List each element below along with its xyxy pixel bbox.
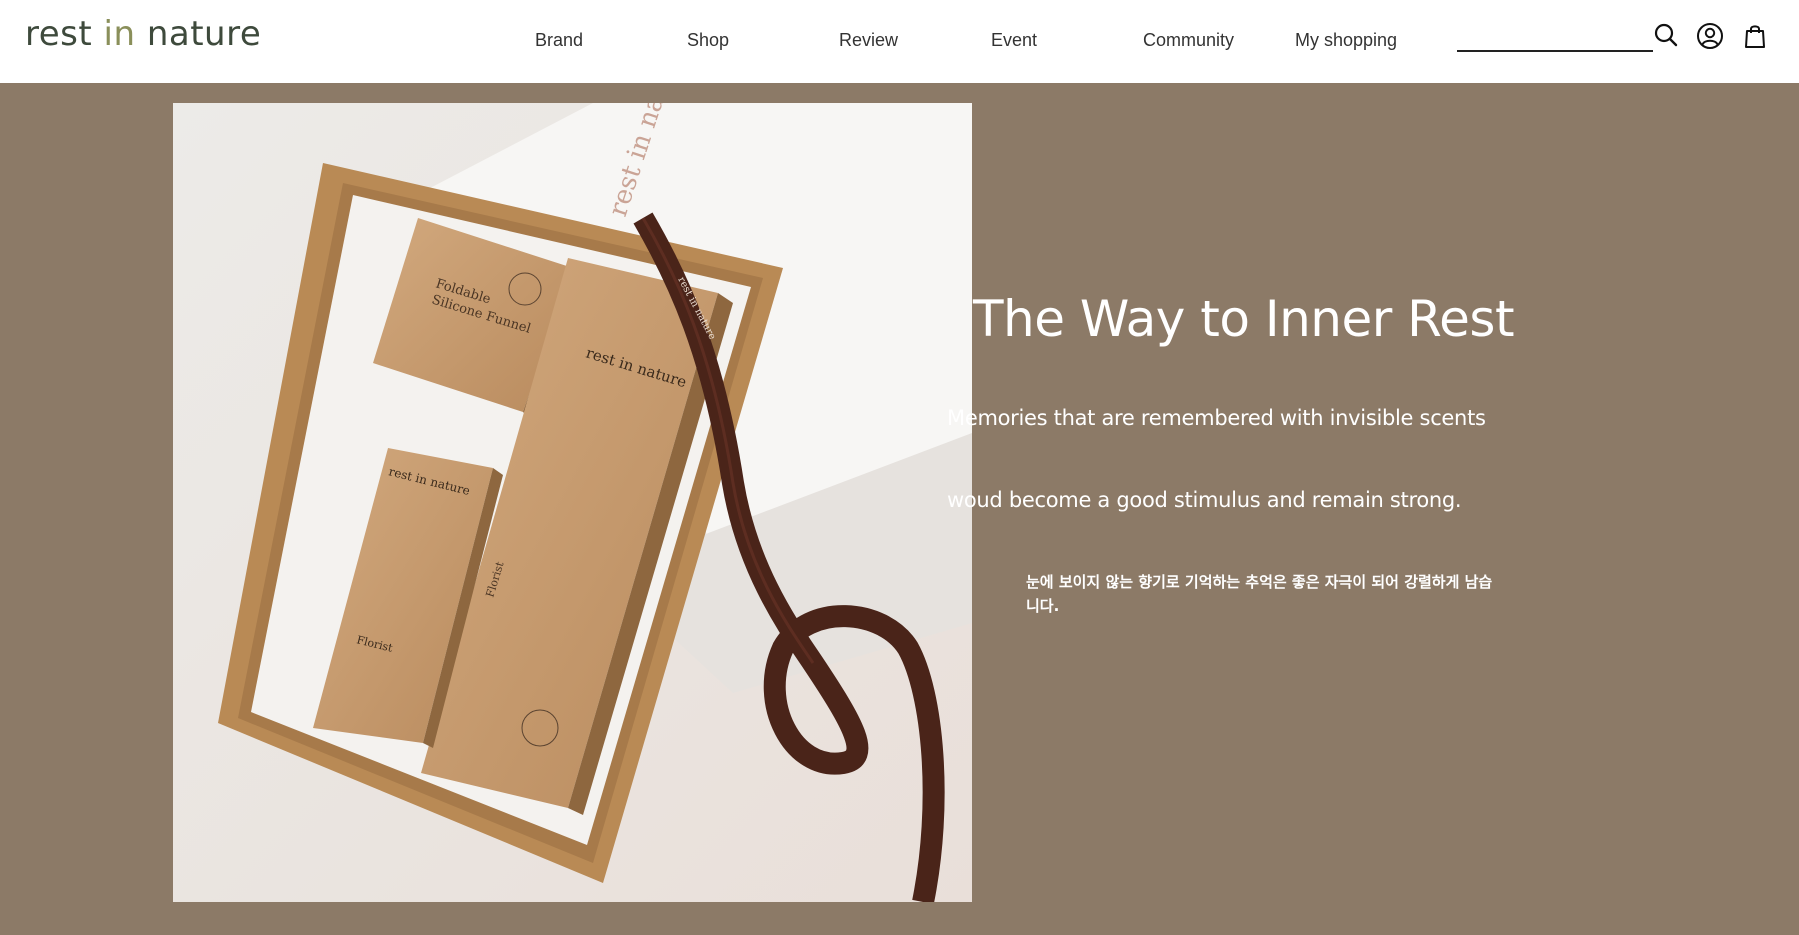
nav-shop[interactable]: Shop xyxy=(687,30,729,51)
site-header: rest in nature Brand Shop Review Event C… xyxy=(0,0,1799,83)
search-icon[interactable] xyxy=(1652,22,1680,50)
logo-text-in: in xyxy=(103,14,136,54)
hero-title: The Way to Inner Rest xyxy=(973,290,1515,348)
cart-icon[interactable] xyxy=(1741,22,1769,50)
nav-event[interactable]: Event xyxy=(991,30,1037,51)
account-icon[interactable] xyxy=(1696,22,1724,50)
site-logo[interactable]: rest in nature xyxy=(25,14,261,54)
search-underline xyxy=(1457,50,1653,52)
hero-korean-text: 눈에 보이지 않는 향기로 기억하는 추억은 좋은 자극이 되어 강렬하게 남습… xyxy=(1026,573,1493,615)
logo-text-nature: nature xyxy=(135,14,262,54)
hero-subtitle-line-2: woud become a good stimulus and remain s… xyxy=(947,488,1462,512)
nav-community[interactable]: Community xyxy=(1143,30,1234,51)
logo-text-rest: rest xyxy=(25,14,104,54)
hero-section: rest in nature Foldable Silicone Funnel … xyxy=(0,83,1799,935)
nav-brand[interactable]: Brand xyxy=(535,30,583,51)
nav-my-shopping[interactable]: My shopping xyxy=(1295,30,1397,51)
hero-product-photo: rest in nature Foldable Silicone Funnel … xyxy=(173,103,972,902)
nav-review[interactable]: Review xyxy=(839,30,898,51)
search-input[interactable] xyxy=(1457,24,1653,50)
gift-box-illustration: rest in nature Foldable Silicone Funnel … xyxy=(173,103,972,902)
hero-subtitle-line-1: Memories that are remembered with invisi… xyxy=(947,406,1486,430)
